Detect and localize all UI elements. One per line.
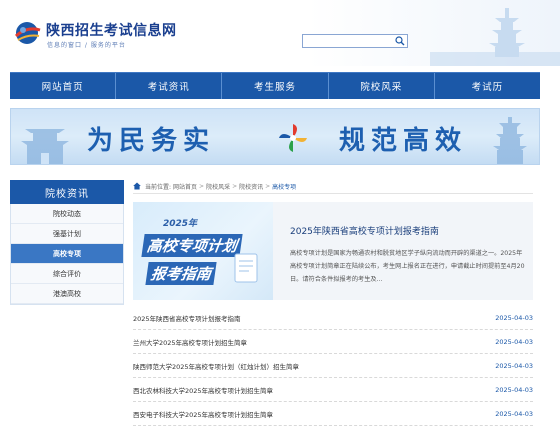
breadcrumb-label: 当前位置: (145, 183, 172, 191)
pinwheel-emblem-icon (279, 124, 307, 152)
featured-article-summary: 高校专项计划是国家为畅通农村和脱贫地区学子纵向流动而开辟的渠道之一。2025年高… (290, 250, 525, 283)
search-box (302, 34, 408, 48)
news-date: 2025-04-03 (495, 409, 533, 418)
news-title[interactable]: 兰州大学2025年高校专项计划招生简章 (133, 337, 247, 347)
nav-item-exam-history[interactable]: 考试历 (435, 73, 540, 99)
breadcrumb-separator: > (265, 182, 271, 190)
featured-article-title[interactable]: 2025年陕西省高校专项计划报考指南 (290, 224, 439, 237)
news-date: 2025-04-03 (495, 385, 533, 394)
news-date: 2025-04-03 (495, 313, 533, 322)
breadcrumb-separator: > (199, 182, 205, 190)
list-item[interactable]: 兰州大学2025年高校专项计划招生简章 2025-04-03 (133, 330, 533, 354)
list-item[interactable]: 2025年陕西省高校专项计划报考指南 2025-04-03 (133, 306, 533, 330)
list-item[interactable]: 陕西师范大学2025年高校专项计划（红烛计划）招生简章 2025-04-03 (133, 354, 533, 378)
news-title[interactable]: 陕西师范大学2025年高校专项计划（红烛计划）招生简章 (133, 361, 299, 371)
site-logo-icon[interactable] (12, 18, 42, 48)
search-input[interactable] (303, 35, 393, 47)
home-icon (133, 182, 141, 190)
breadcrumb-separator: > (232, 182, 238, 190)
sidebar-item-hk-macau-colleges[interactable]: 港澳高校 (11, 284, 123, 304)
list-item[interactable]: 西安电子科技大学2025年高校专项计划招生简章 2025-04-03 (133, 402, 533, 426)
list-item[interactable]: 西北农林科技大学2025年高校专项计划招生简章 2025-04-03 (133, 378, 533, 402)
news-title[interactable]: 西安电子科技大学2025年高校专项计划招生简章 (133, 409, 273, 419)
document-icon (234, 253, 258, 283)
news-date: 2025-04-03 (495, 361, 533, 370)
breadcrumb: 当前位置: 网站首页 > 院校风采 > 院校资讯 > 高校专项 (133, 180, 533, 192)
news-date: 2025-04-03 (495, 337, 533, 346)
news-title[interactable]: 西北农林科技大学2025年高校专项计划招生简章 (133, 385, 273, 395)
featured-article-image[interactable]: 2025年 高校专项计划 报考指南 (133, 202, 273, 300)
nav-item-exam-news[interactable]: 考试资讯 (116, 73, 223, 99)
news-title[interactable]: 2025年陕西省高校专项计划报考指南 (133, 313, 241, 323)
nav-item-college-showcase[interactable]: 院校风采 (329, 73, 435, 99)
featured-article[interactable]: 2025年 高校专项计划 报考指南 2025年陕西省高校专项计划报考指南 高校专… (133, 202, 533, 300)
pagoda-icon (493, 117, 527, 164)
sidebar: 院校资讯 院校动态 强基计划 高校专项 综合评价 港澳高校 (10, 180, 124, 305)
featured-image-year: 2025年 (163, 219, 198, 229)
breadcrumb-home[interactable]: 网站首页 (173, 182, 197, 191)
news-list: 2025年陕西省高校专项计划报考指南 2025-04-03 兰州大学2025年高… (133, 306, 533, 426)
search-icon[interactable] (395, 36, 405, 46)
sidebar-item-college-news[interactable]: 院校动态 (11, 204, 123, 224)
nav-item-home[interactable]: 网站首页 (10, 73, 117, 99)
breadcrumb-college-showcase[interactable]: 院校风采 (206, 182, 230, 191)
sidebar-item-strong-base-plan[interactable]: 强基计划 (11, 224, 123, 244)
breadcrumb-divider (133, 193, 533, 194)
featured-image-heading: 高校专项计划 (141, 234, 243, 257)
ancient-gate-icon (21, 129, 69, 164)
sidebar-item-comprehensive-eval[interactable]: 综合评价 (11, 264, 123, 284)
main-nav: 网站首页 考试资讯 考生服务 院校风采 考试历 (10, 72, 540, 99)
site-slogan: 信息的窗口 / 服务的平台 (47, 42, 126, 49)
sidebar-item-special-plan[interactable]: 高校专项 (11, 244, 123, 264)
breadcrumb-college-news[interactable]: 院校资讯 (239, 182, 263, 191)
breadcrumb-current[interactable]: 高校专项 (272, 182, 296, 191)
banner-slogan-left: 为民务实 (87, 126, 216, 156)
site-header: 陕西招生考试信息网 信息的窗口 / 服务的平台 (0, 0, 560, 66)
sidebar-title: 院校资讯 (10, 180, 124, 204)
pagoda-decoration-icon (430, 8, 560, 66)
featured-image-subheading: 报考指南 (145, 262, 217, 285)
sidebar-list: 院校动态 强基计划 高校专项 综合评价 港澳高校 (10, 204, 124, 305)
site-title[interactable]: 陕西招生考试信息网 (46, 20, 177, 40)
nav-item-student-service[interactable]: 考生服务 (222, 73, 329, 99)
banner-slogan-right: 规范高效 (339, 126, 468, 156)
banner: 为民务实 规范高效 (10, 108, 540, 165)
